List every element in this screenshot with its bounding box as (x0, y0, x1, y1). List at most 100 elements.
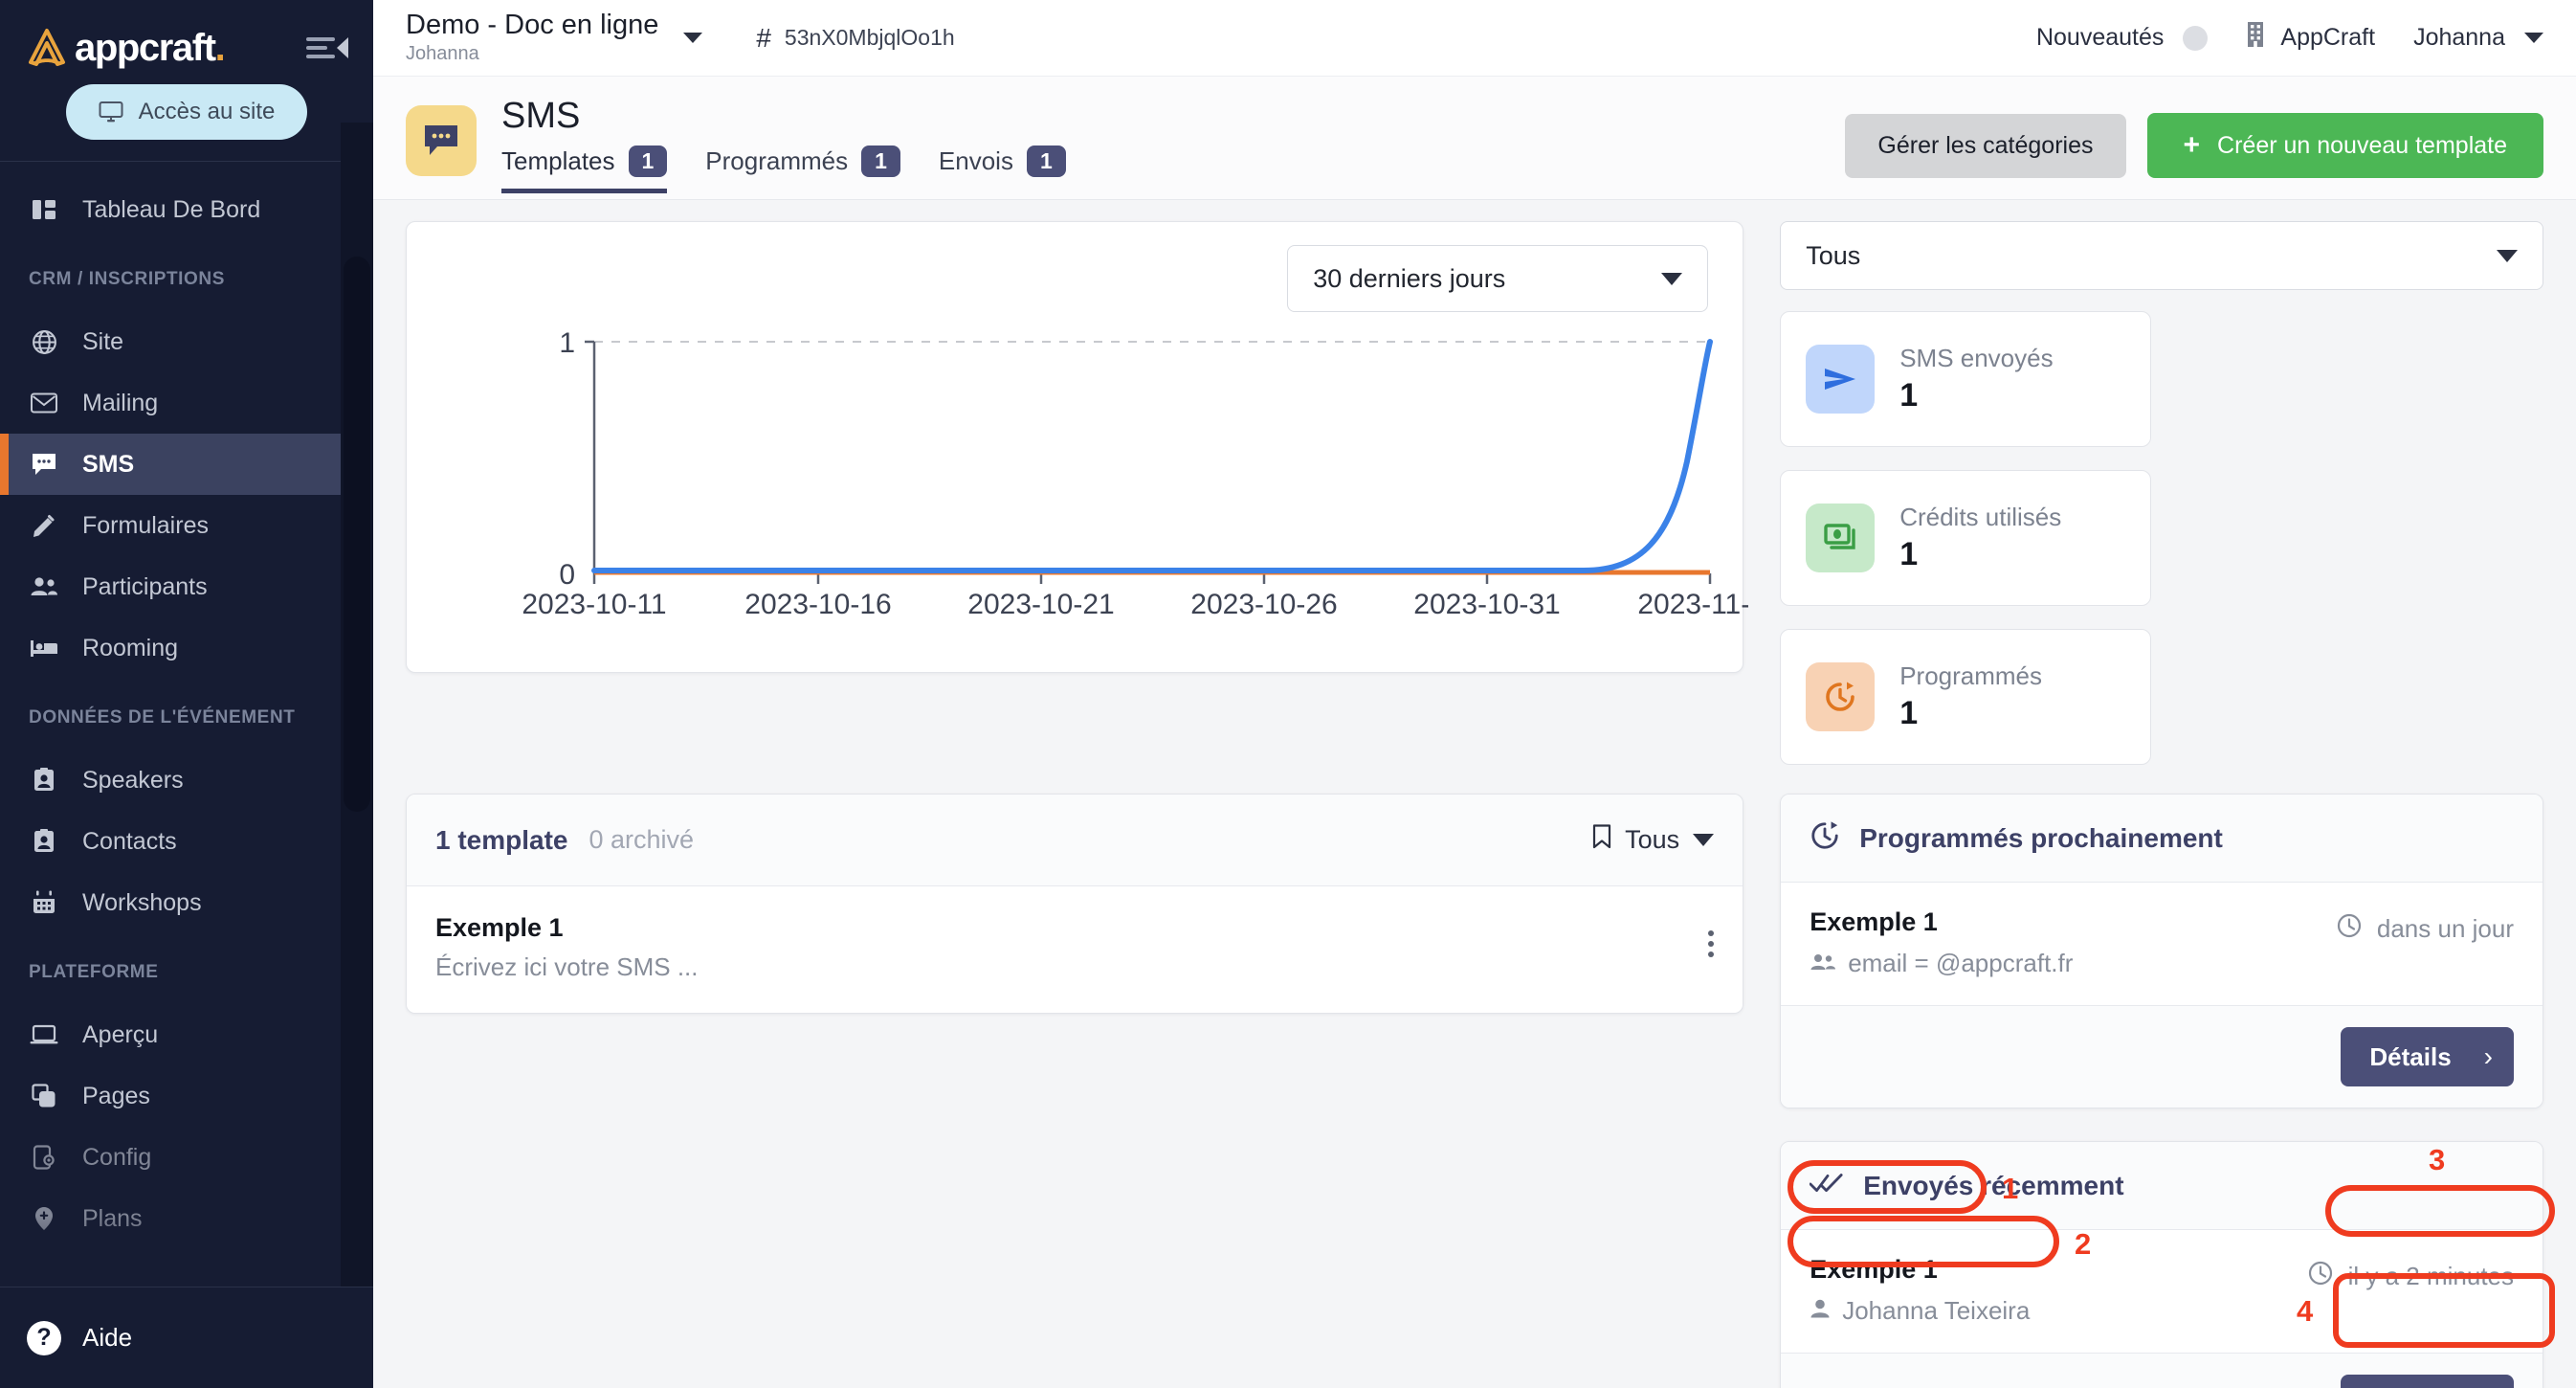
appcraft-logo-icon (25, 26, 69, 70)
sidebar-item-contacts[interactable]: Contacts (0, 811, 373, 872)
sidebar-scrollbar-track[interactable] (341, 123, 373, 1388)
svg-text:2023-10-21: 2023-10-21 (967, 589, 1114, 620)
template-description: Écrivez ici votre SMS ... (435, 952, 699, 981)
site-access-button[interactable]: Accès au site (65, 84, 308, 140)
send-icon (1806, 345, 1876, 414)
date-range-select[interactable]: 30 derniers jours (1287, 245, 1709, 312)
page-header: SMS Templates 1 Programmés 1 Envois 1 Gé… (373, 77, 2576, 200)
scheduled-icon (1806, 662, 1876, 731)
credits-icon (1806, 504, 1876, 572)
sidebar-section-crm: CRM / INSCRIPTIONS (29, 269, 226, 289)
page-header-text: SMS Templates 1 Programmés 1 Envois 1 (501, 97, 1066, 193)
sidebar-item-plans[interactable]: Plans (0, 1188, 373, 1249)
tab-badge: 1 (861, 145, 900, 177)
news-button[interactable]: Nouveautés (2036, 24, 2209, 52)
organization-button[interactable]: AppCraft (2246, 21, 2375, 55)
sent-time-label: il y a 2 minutes (2347, 1262, 2514, 1290)
sidebar-item-config[interactable]: Config (0, 1127, 373, 1188)
sidebar-item-site[interactable]: Site (0, 311, 373, 372)
chevron-down-icon (683, 33, 703, 43)
stat-text: Programmés 1 (1899, 661, 2042, 732)
sidebar-item-sms[interactable]: SMS (0, 434, 373, 495)
stat-card-credits-utilises: Crédits utilisés 1 (1780, 470, 2152, 606)
tab-programmes[interactable]: Programmés 1 (705, 145, 900, 193)
manage-categories-button[interactable]: Gérer les catégories (1845, 113, 2126, 178)
person-icon (1810, 1296, 1831, 1326)
date-range-value: 30 derniers jours (1313, 263, 1506, 293)
sidebar-item-participants[interactable]: Participants (0, 556, 373, 617)
bottom-row: 1 template 0 archivé Tous Exemple 1 Écri… (406, 794, 2543, 1388)
sidebar-item-workshops[interactable]: Workshops (0, 872, 373, 933)
template-row[interactable]: Exemple 1 Écrivez ici votre SMS ... (407, 886, 1743, 1013)
sent-panel-header: Envoyés récemment (1781, 1142, 2543, 1230)
scheduled-row-text: Exemple 1 email = @appcraft.fr (1810, 907, 2073, 978)
chat-bubble-icon (29, 452, 59, 477)
scheduled-panel: Programmés prochainement Exemple 1 email… (1780, 794, 2543, 1108)
calendar-icon (29, 890, 59, 915)
monitor-icon (99, 101, 123, 123)
event-text: Demo - Doc en ligne Johanna (406, 11, 658, 64)
sent-details-button[interactable]: Détails › (2341, 1375, 2514, 1388)
site-access-wrapper: Accès au site (0, 75, 373, 161)
scheduled-row-time: dans un jour (2337, 907, 2514, 945)
clock-icon (2337, 913, 2362, 945)
sent-row-text: Exemple 1 Johanna Teixeira (1810, 1255, 2030, 1326)
sidebar-item-label: Contacts (82, 827, 177, 855)
sidebar-item-tableau-de-bord[interactable]: Tableau De Bord (0, 179, 373, 240)
scope-select[interactable]: Tous (1780, 221, 2543, 290)
templates-category-filter[interactable]: Tous (1592, 824, 1715, 856)
right-column: Programmés prochainement Exemple 1 email… (1780, 794, 2543, 1388)
sidebar-item-pages[interactable]: Pages (0, 1065, 373, 1127)
templates-panel-header: 1 template 0 archivé Tous (407, 795, 1743, 886)
appcraft-wordmark: appcraft. (75, 26, 226, 69)
stat-card-sms-envoyes: SMS envoyés 1 (1780, 311, 2152, 447)
organization-label: AppCraft (2280, 24, 2376, 51)
hash-icon: # (756, 22, 771, 53)
tab-label: Envois (938, 146, 1013, 175)
chevron-down-icon (1693, 834, 1715, 846)
top-bar-right: Nouveautés AppCraft Johanna (2036, 21, 2543, 55)
people-icon (29, 576, 59, 597)
stat-label: SMS envoyés (1899, 344, 2054, 372)
user-menu[interactable]: Johanna (2413, 24, 2543, 52)
scheduled-audience-label: email = @appcraft.fr (1848, 949, 2074, 977)
chevron-down-icon (1661, 272, 1683, 285)
scheduled-details-button[interactable]: Détails › (2341, 1027, 2514, 1086)
laptop-icon (29, 1024, 59, 1045)
sidebar-item-label: Formulaires (82, 511, 209, 539)
sidebar-section-plateforme: PLATEFORME (29, 962, 159, 982)
sent-row[interactable]: Exemple 1 Johanna Teixeira il y a 2 minu… (1781, 1230, 2543, 1354)
sidebar-item-formulaires[interactable]: Formulaires (0, 495, 373, 556)
event-id-value: 53nX0MbjqlOo1h (784, 25, 955, 50)
bookmark-icon (1592, 824, 1611, 856)
template-name: Exemple 1 (435, 913, 564, 942)
page-header-actions: Gérer les catégories + Créer un nouveau … (1845, 113, 2543, 178)
event-selector[interactable]: Demo - Doc en ligne Johanna (406, 11, 703, 64)
sidebar-scrollbar-thumb[interactable] (344, 257, 370, 812)
svg-text:2023-10-16: 2023-10-16 (744, 589, 891, 620)
tab-envois[interactable]: Envois 1 (938, 145, 1066, 193)
device-settings-icon (29, 1145, 59, 1170)
sent-panel-footer: Détails › (1781, 1354, 2543, 1388)
sidebar-collapse-icon[interactable] (306, 31, 348, 65)
sidebar-item-rooming[interactable]: Rooming (0, 617, 373, 679)
top-bar: Demo - Doc en ligne Johanna # 53nX0Mbjql… (373, 0, 2576, 77)
collapse-arrow-icon (337, 37, 348, 58)
svg-text:2023-10-11: 2023-10-11 (522, 589, 666, 620)
main-content: 30 derniers jours 1 0 2023-10-11 2023-10… (373, 200, 2576, 1388)
sidebar-item-apercu[interactable]: Aperçu (0, 1004, 373, 1065)
envelope-icon (29, 392, 59, 414)
event-owner: Johanna (406, 42, 479, 64)
create-template-button[interactable]: + Créer un nouveau template (2146, 113, 2543, 178)
sidebar-item-label: Workshops (82, 888, 202, 916)
stat-text: Crédits utilisés 1 (1899, 503, 2061, 573)
template-row-menu-icon[interactable] (1708, 913, 1715, 957)
tab-templates[interactable]: Templates 1 (501, 145, 668, 193)
scheduled-row[interactable]: Exemple 1 email = @appcraft.fr dans un j… (1781, 883, 2543, 1006)
sidebar-item-aide[interactable]: ? Aide (0, 1287, 373, 1388)
sidebar-item-mailing[interactable]: Mailing (0, 372, 373, 434)
sidebar-item-speakers[interactable]: Speakers (0, 750, 373, 811)
plus-icon: + (2183, 129, 2201, 161)
bed-icon (29, 638, 59, 659)
contact-card-icon (29, 829, 59, 854)
